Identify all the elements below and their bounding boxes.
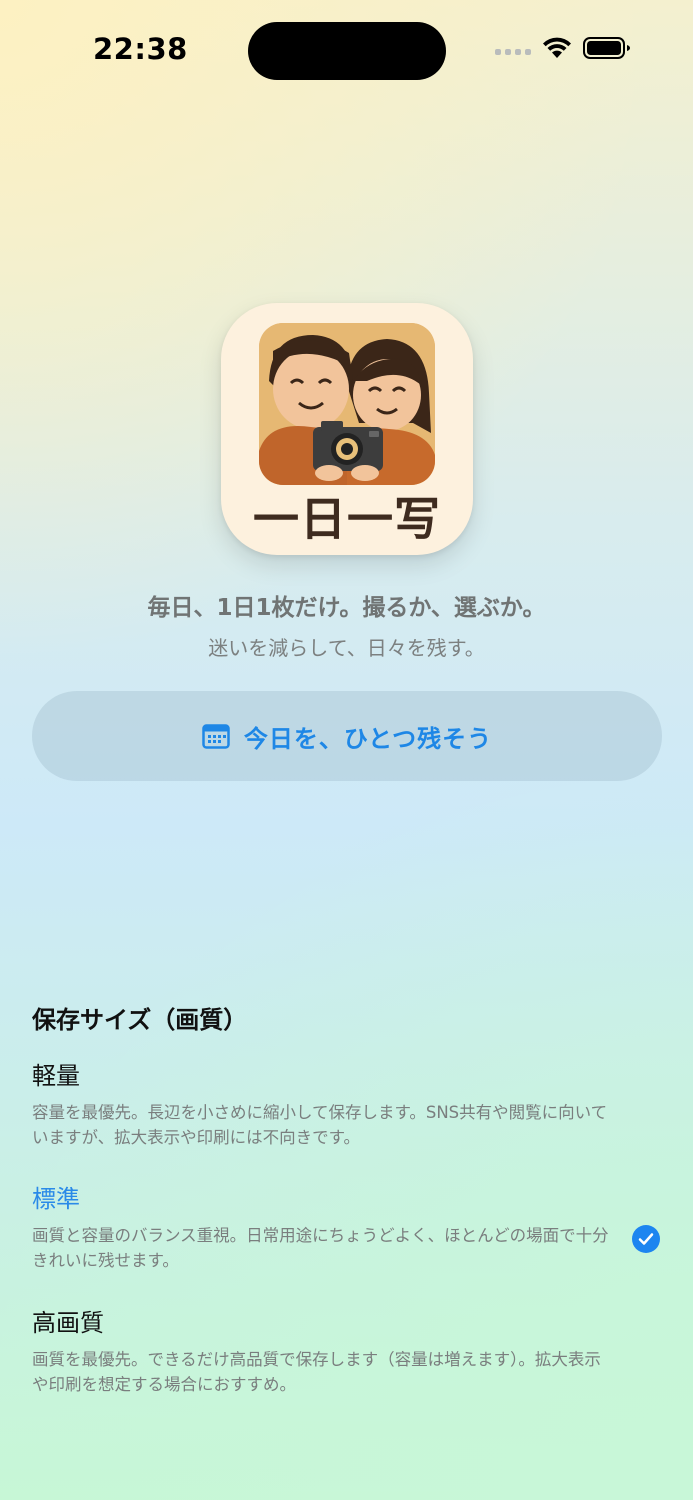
- option-standard[interactable]: 標準 画質と容量のバランス重視。日常用途にちょうどよく、ほとんどの場面で十分きれ…: [32, 1183, 662, 1273]
- checkmark-icon: [632, 1225, 660, 1253]
- option-description: 画質を最優先。できるだけ高品質で保存します（容量は増えます）。拡大表示や印刷を想…: [32, 1350, 601, 1394]
- battery-icon: [583, 37, 630, 59]
- tagline: 毎日、1日1枚だけ。撮るか、選ぶか。: [147, 595, 546, 621]
- couple-with-camera-illustration: [259, 323, 435, 485]
- option-title: 標準: [32, 1185, 80, 1213]
- status-indicators: [495, 36, 631, 60]
- option-title: 高画質: [32, 1309, 104, 1337]
- keep-today-button[interactable]: 今日を、ひとつ残そう: [32, 691, 662, 781]
- calendar-icon: [202, 724, 230, 749]
- app-icon: 一日一写: [221, 303, 473, 555]
- cellular-signal-icon: [495, 49, 531, 55]
- wifi-icon: [543, 37, 571, 58]
- section-title-save-size: 保存サイズ（画質）: [32, 1006, 248, 1034]
- option-description: 画質と容量のバランス重視。日常用途にちょうどよく、ほとんどの場面で十分きれいに残…: [32, 1226, 609, 1270]
- option-lightweight[interactable]: 軽量 容量を最優先。長辺を小さめに縮小して保存します。SNS共有や閲覧に向いてい…: [32, 1060, 662, 1150]
- keep-today-button-label: 今日を、ひとつ残そう: [243, 724, 493, 753]
- option-description: 容量を最優先。長辺を小さめに縮小して保存します。SNS共有や閲覧に向いていますが…: [32, 1103, 608, 1147]
- status-time: 22:38: [93, 32, 188, 66]
- option-high-quality[interactable]: 高画質 画質を最優先。できるだけ高品質で保存します（容量は増えます）。拡大表示や…: [32, 1307, 662, 1397]
- subtagline: 迷いを減らして、日々を残す。: [208, 636, 485, 660]
- dynamic-island: [248, 22, 446, 80]
- option-title: 軽量: [32, 1062, 80, 1090]
- app-icon-title: 一日一写: [253, 492, 441, 546]
